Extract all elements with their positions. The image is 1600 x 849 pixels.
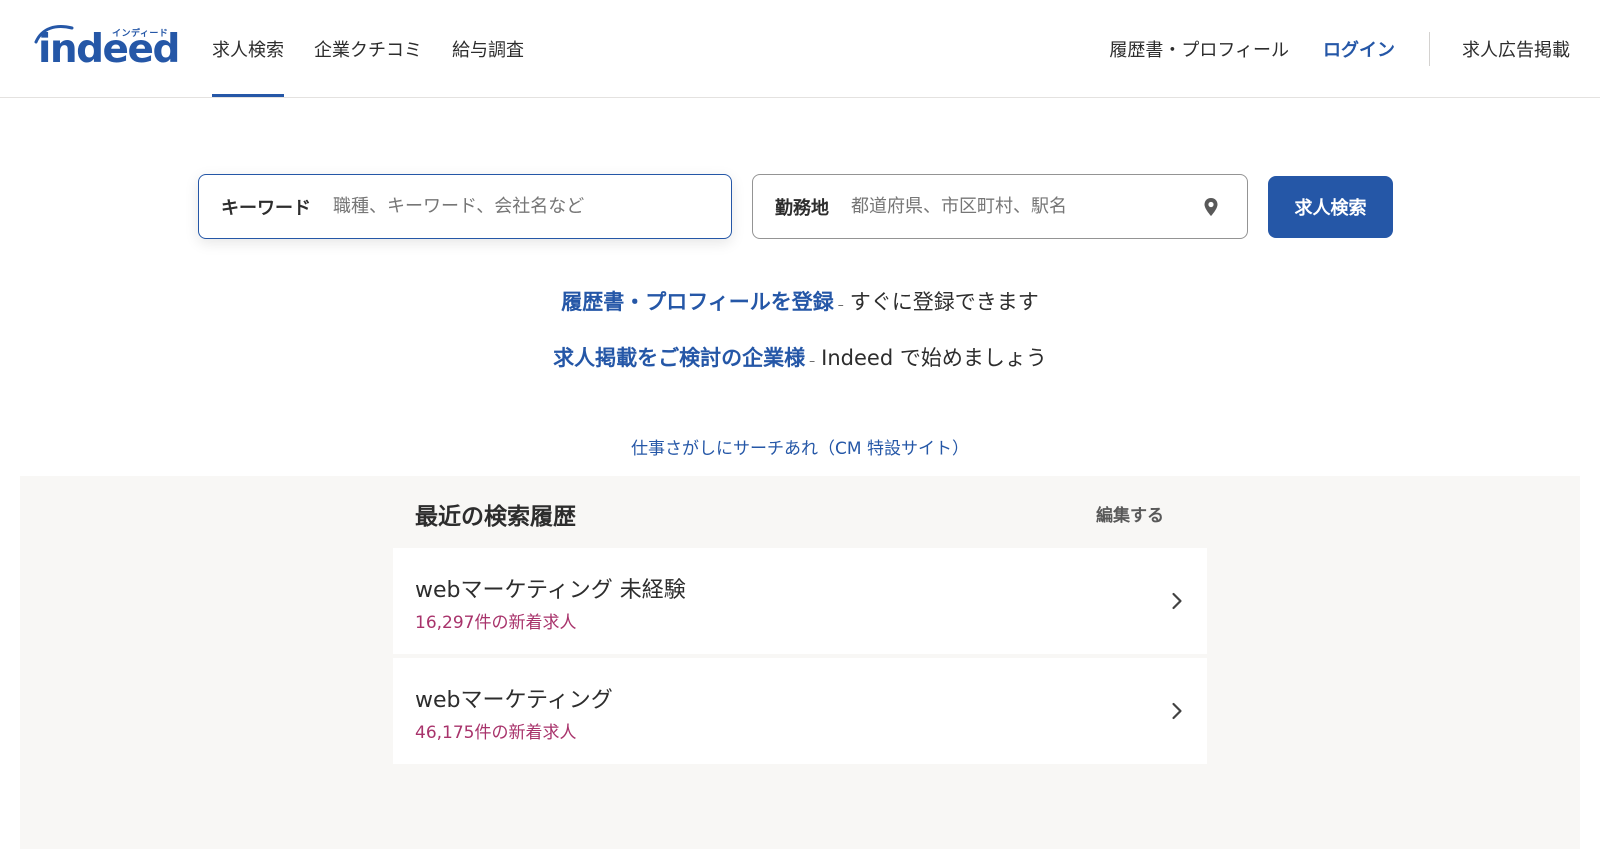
recent-search-query: webマーケティング <box>415 688 613 713</box>
recent-search-query: webマーケティング 未経験 <box>415 578 686 603</box>
promo-separator: – <box>809 354 816 368</box>
promo-separator: – <box>837 298 844 312</box>
cm-site-link[interactable]: 仕事さがしにサーチあれ（CM 特設サイト） <box>0 434 1600 459</box>
site-header: インディード indeed 求人検索 企業クチコミ 給与調査 履歴書・プロフィー… <box>0 0 1600 98</box>
keyword-field[interactable]: キーワード <box>198 174 732 239</box>
chevron-right-icon <box>1172 592 1182 610</box>
nav-job-search[interactable]: 求人検索 <box>212 0 284 97</box>
map-pin-icon <box>1204 198 1218 216</box>
keyword-label: キーワード <box>221 197 311 219</box>
primary-nav: 求人検索 企業クチコミ 給与調査 <box>212 0 554 97</box>
nav-divider <box>1429 31 1430 66</box>
search-form: キーワード 勤務地 求人検索 <box>198 174 1393 239</box>
location-label: 勤務地 <box>775 197 829 219</box>
recent-search-item[interactable]: webマーケティング 未経験 16,297件の新着求人 <box>393 548 1207 654</box>
post-job-link[interactable]: 求人広告掲載 <box>1462 36 1570 62</box>
location-input[interactable] <box>851 196 1191 217</box>
new-jobs-count: 16,297件の新着求人 <box>415 613 577 633</box>
secondary-nav: 履歴書・プロフィール ログイン 求人広告掲載 <box>1109 0 1570 97</box>
keyword-input[interactable] <box>333 196 673 217</box>
nav-salary[interactable]: 給与調査 <box>452 0 524 97</box>
logo-wordmark: indeed <box>38 27 180 72</box>
nav-resume-profile[interactable]: 履歴書・プロフィール <box>1109 36 1289 62</box>
recent-search-item[interactable]: webマーケティング 46,175件の新着求人 <box>393 658 1207 764</box>
location-field[interactable]: 勤務地 <box>752 174 1248 239</box>
promo-resume: 履歴書・プロフィールを登録 – すぐに登録できます <box>0 286 1600 316</box>
edit-recent-button[interactable]: 編集する <box>1096 501 1164 526</box>
search-button[interactable]: 求人検索 <box>1268 175 1393 238</box>
employer-link[interactable]: 求人掲載をご検討の企業様 <box>553 346 805 370</box>
promo-text: Indeed で始めましょう <box>821 346 1047 370</box>
promo-text: すぐに登録できます <box>849 290 1039 314</box>
nav-company-reviews[interactable]: 企業クチコミ <box>314 0 422 97</box>
promo-employer: 求人掲載をご検討の企業様 – Indeed で始めましょう <box>0 342 1600 372</box>
recent-searches-title: 最近の検索履歴 <box>415 504 576 530</box>
register-resume-link[interactable]: 履歴書・プロフィールを登録 <box>561 290 834 314</box>
login-link[interactable]: ログイン <box>1323 36 1395 62</box>
indeed-logo[interactable]: インディード indeed <box>34 20 184 80</box>
new-jobs-count: 46,175件の新着求人 <box>415 723 577 743</box>
chevron-right-icon <box>1172 702 1182 720</box>
